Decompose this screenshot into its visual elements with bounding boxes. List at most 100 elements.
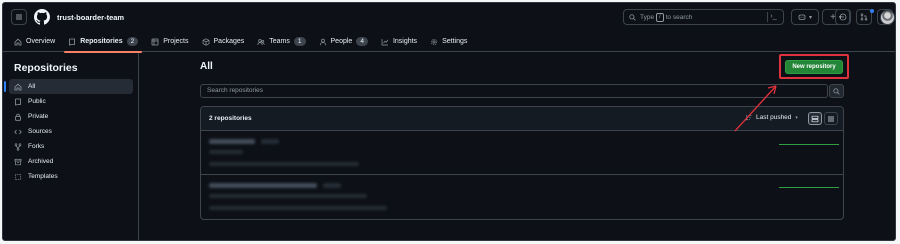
activity-sparkline [779, 144, 839, 145]
sidebar-list: All Public Private Sources Forks Archive… [4, 79, 133, 184]
org-name[interactable]: trust-boarder-team [57, 13, 124, 22]
sidebar-title: Repositories [14, 62, 78, 74]
sidebar-item-label: Archived [28, 158, 54, 165]
repo-filter-sidebar: Repositories All Public Private Sources … [3, 53, 139, 240]
list-view-button[interactable] [808, 112, 822, 125]
archive-icon [14, 158, 22, 165]
annotation-highlight-box [779, 54, 849, 79]
sidebar-item-label: Sources [28, 128, 52, 135]
repo-count: 2 repositories [209, 115, 252, 122]
tab-overview[interactable]: Overview [10, 32, 59, 52]
repo-row[interactable] [201, 175, 843, 219]
activity-sparkline [779, 187, 839, 188]
search-icon [629, 13, 636, 21]
copilot-button[interactable]: ▾ [791, 9, 819, 25]
tab-teams[interactable]: Teams 1 [253, 32, 309, 52]
copilot-icon [798, 14, 806, 20]
tab-settings[interactable]: Settings [426, 32, 471, 52]
issues-button[interactable] [835, 9, 851, 25]
sort-icon [745, 114, 752, 121]
repo-description-redacted [209, 194, 367, 198]
compact-view-button[interactable] [824, 112, 838, 125]
repo-row[interactable] [201, 131, 843, 175]
tab-count: 2 [126, 37, 139, 46]
hamburger-icon [16, 14, 22, 20]
lock-icon [15, 113, 21, 121]
home-icon [14, 83, 22, 90]
notification-dot [870, 9, 874, 13]
package-icon [202, 37, 209, 46]
tab-label: Insights [392, 38, 418, 45]
sidebar-item-archived[interactable]: Archived [9, 154, 133, 169]
tab-insights[interactable]: Insights [377, 32, 421, 52]
sidebar-item-label: All [28, 83, 36, 90]
sidebar-item-templates[interactable]: Templates [9, 169, 133, 184]
search-prefix: Type [640, 13, 655, 21]
chevron-down-icon: ▾ [808, 14, 812, 21]
code-icon [14, 129, 22, 134]
graph-icon [381, 38, 389, 45]
people-icon [257, 38, 265, 45]
tab-label: Teams [269, 38, 290, 45]
view-toggle [808, 112, 838, 125]
template-icon [14, 173, 22, 180]
search-suffix: to search [665, 13, 693, 21]
tab-count: 1 [293, 37, 306, 46]
sidebar-item-label: Private [28, 113, 49, 120]
tab-label: Overview [26, 38, 56, 45]
repo-description-redacted [209, 150, 243, 154]
visibility-badge-redacted [261, 139, 279, 144]
pull-request-icon [860, 13, 868, 21]
tab-label: Projects [163, 38, 189, 45]
tab-label: Settings [442, 38, 468, 45]
tab-people[interactable]: People 4 [315, 32, 372, 52]
visibility-badge-redacted [323, 183, 341, 188]
gear-icon [431, 38, 438, 45]
sidebar-item-label: Forks [28, 143, 45, 150]
repo-name-redacted [209, 139, 255, 144]
repo-list-header: 2 repositories Last pushed ▾ [201, 107, 843, 131]
home-icon [14, 38, 22, 45]
command-palette-icon[interactable]: ›_ [767, 12, 779, 22]
tab-projects[interactable]: Projects [147, 32, 192, 52]
sidebar-item-public[interactable]: Public [9, 94, 133, 109]
issue-icon [839, 13, 847, 21]
sidebar-item-label: Templates [28, 173, 58, 180]
sort-label: Last pushed [756, 114, 792, 121]
user-avatar[interactable] [880, 10, 895, 25]
chevron-down-icon: ▾ [795, 114, 798, 121]
browser-window: trust-boarder-team Type / to search ›_ ▾… [2, 2, 896, 241]
repo-search-button[interactable] [829, 84, 844, 98]
repo-list-panel: 2 repositories Last pushed ▾ [200, 106, 844, 220]
list-view-icon [811, 115, 819, 122]
sidebar-item-label: Public [28, 98, 46, 105]
org-nav-tabs: Overview Repositories 2 Projects Package… [3, 32, 895, 53]
page-title: All [200, 61, 213, 72]
repo-icon [69, 38, 76, 45]
search-shortcut-key: / [656, 12, 664, 22]
person-icon [319, 38, 326, 45]
repo-icon [15, 98, 21, 105]
repo-meta-redacted [209, 162, 359, 166]
sidebar-item-forks[interactable]: Forks [9, 139, 133, 154]
tab-label: Repositories [80, 38, 123, 45]
github-logo-icon[interactable] [34, 9, 50, 25]
repo-search-input[interactable]: Search repositories [200, 84, 828, 98]
tab-packages[interactable]: Packages [198, 32, 249, 52]
compact-list-icon [828, 116, 834, 121]
header-actions-left: ▾ [791, 9, 819, 25]
table-icon [151, 38, 159, 45]
sidebar-item-sources[interactable]: Sources [9, 124, 133, 139]
repo-name-redacted [209, 183, 317, 188]
tab-label: Packages [213, 38, 245, 45]
sort-dropdown[interactable]: Last pushed ▾ [745, 114, 798, 121]
repo-meta-redacted [209, 206, 387, 210]
menu-button[interactable] [11, 9, 27, 25]
tab-count: 4 [356, 37, 368, 46]
global-search-input[interactable]: Type / to search ›_ [623, 9, 784, 25]
tab-label: People [330, 38, 353, 45]
sidebar-item-all[interactable]: All [4, 79, 133, 94]
search-icon [833, 87, 840, 95]
sidebar-item-private[interactable]: Private [9, 109, 133, 124]
tab-repositories[interactable]: Repositories 2 [64, 32, 143, 53]
